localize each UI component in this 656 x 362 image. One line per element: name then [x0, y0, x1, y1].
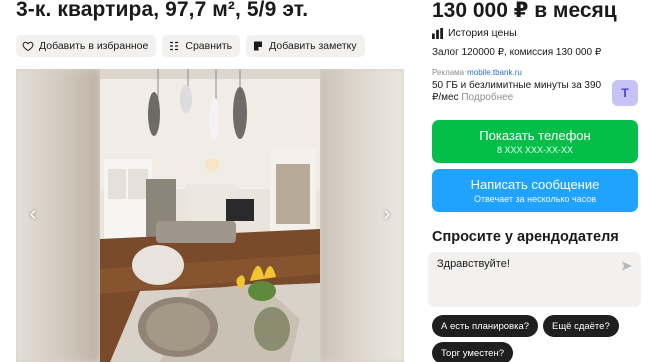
ad-text: 50 ГБ и безлимитные минуты за 390 ₽/мес — [432, 80, 602, 103]
compare-button[interactable]: Сравнить — [162, 35, 241, 57]
ad-text-block: 50 ГБ и безлимитные минуты за 390 ₽/мес … — [432, 80, 602, 104]
show-phone-button[interactable]: Показать телефон 8 XXX XXX-XX-XX — [432, 120, 638, 163]
quick-question-chip[interactable]: Ещё сдаёте? — [543, 315, 619, 337]
next-photo-arrow[interactable]: › — [376, 203, 398, 225]
listing-actions: Добавить в избранное Сравнить Добавить з… — [16, 35, 365, 57]
write-message-label: Написать сообщение — [470, 176, 600, 192]
note-icon — [254, 41, 263, 51]
phone-mask: 8 XXX XXX-XX-XX — [496, 144, 574, 155]
message-input[interactable] — [437, 258, 607, 270]
listing-price: 130 000 ₽ в месяц — [432, 0, 617, 22]
quick-question-chip[interactable]: Торг уместен? — [432, 342, 513, 362]
compare-label: Сравнить — [185, 40, 233, 52]
add-to-favorites-label: Добавить в избранное — [39, 40, 149, 52]
write-message-button[interactable]: Написать сообщение Отвечает за несколько… — [432, 169, 638, 212]
add-note-button[interactable]: Добавить заметку — [246, 35, 365, 57]
quick-question-chip[interactable]: А есть планировка? — [432, 315, 539, 337]
apartment-photo[interactable] — [100, 69, 320, 362]
response-time: Отвечает за несколько часов — [473, 193, 597, 204]
add-to-favorites-button[interactable]: Добавить в избранное — [16, 35, 157, 57]
add-note-label: Добавить заметку — [269, 40, 357, 52]
deposit-info: Залог 120000 ₽, комиссия 130 000 ₽ — [432, 47, 602, 58]
bar-chart-icon — [432, 27, 443, 39]
listing-title: 3-к. квартира, 97,7 м², 5/9 эт. — [16, 0, 309, 21]
compare-icon — [170, 41, 179, 51]
previous-photo-arrow[interactable]: ‹ — [22, 203, 44, 225]
message-box — [428, 252, 641, 307]
price-history-label: История цены — [448, 27, 517, 39]
tbank-logo-icon: Т — [612, 80, 638, 106]
ask-landlord-title: Спросите у арендодателя — [432, 229, 619, 245]
send-icon[interactable] — [621, 260, 633, 272]
ad-block[interactable]: Реклама mobile.tbank.ru 50 ГБ и безлимитн… — [432, 68, 638, 108]
price-history-link[interactable]: История цены — [432, 27, 517, 39]
ad-header: Реклама mobile.tbank.ru — [432, 68, 638, 77]
ad-domain[interactable]: mobile.tbank.ru — [467, 68, 522, 77]
photo-gallery[interactable]: ‹ › — [16, 69, 404, 362]
ad-label: Реклама — [432, 68, 465, 77]
show-phone-label: Показать телефон — [479, 127, 591, 143]
heart-icon — [22, 41, 34, 52]
ad-more-link[interactable]: Подробнее — [461, 92, 513, 103]
